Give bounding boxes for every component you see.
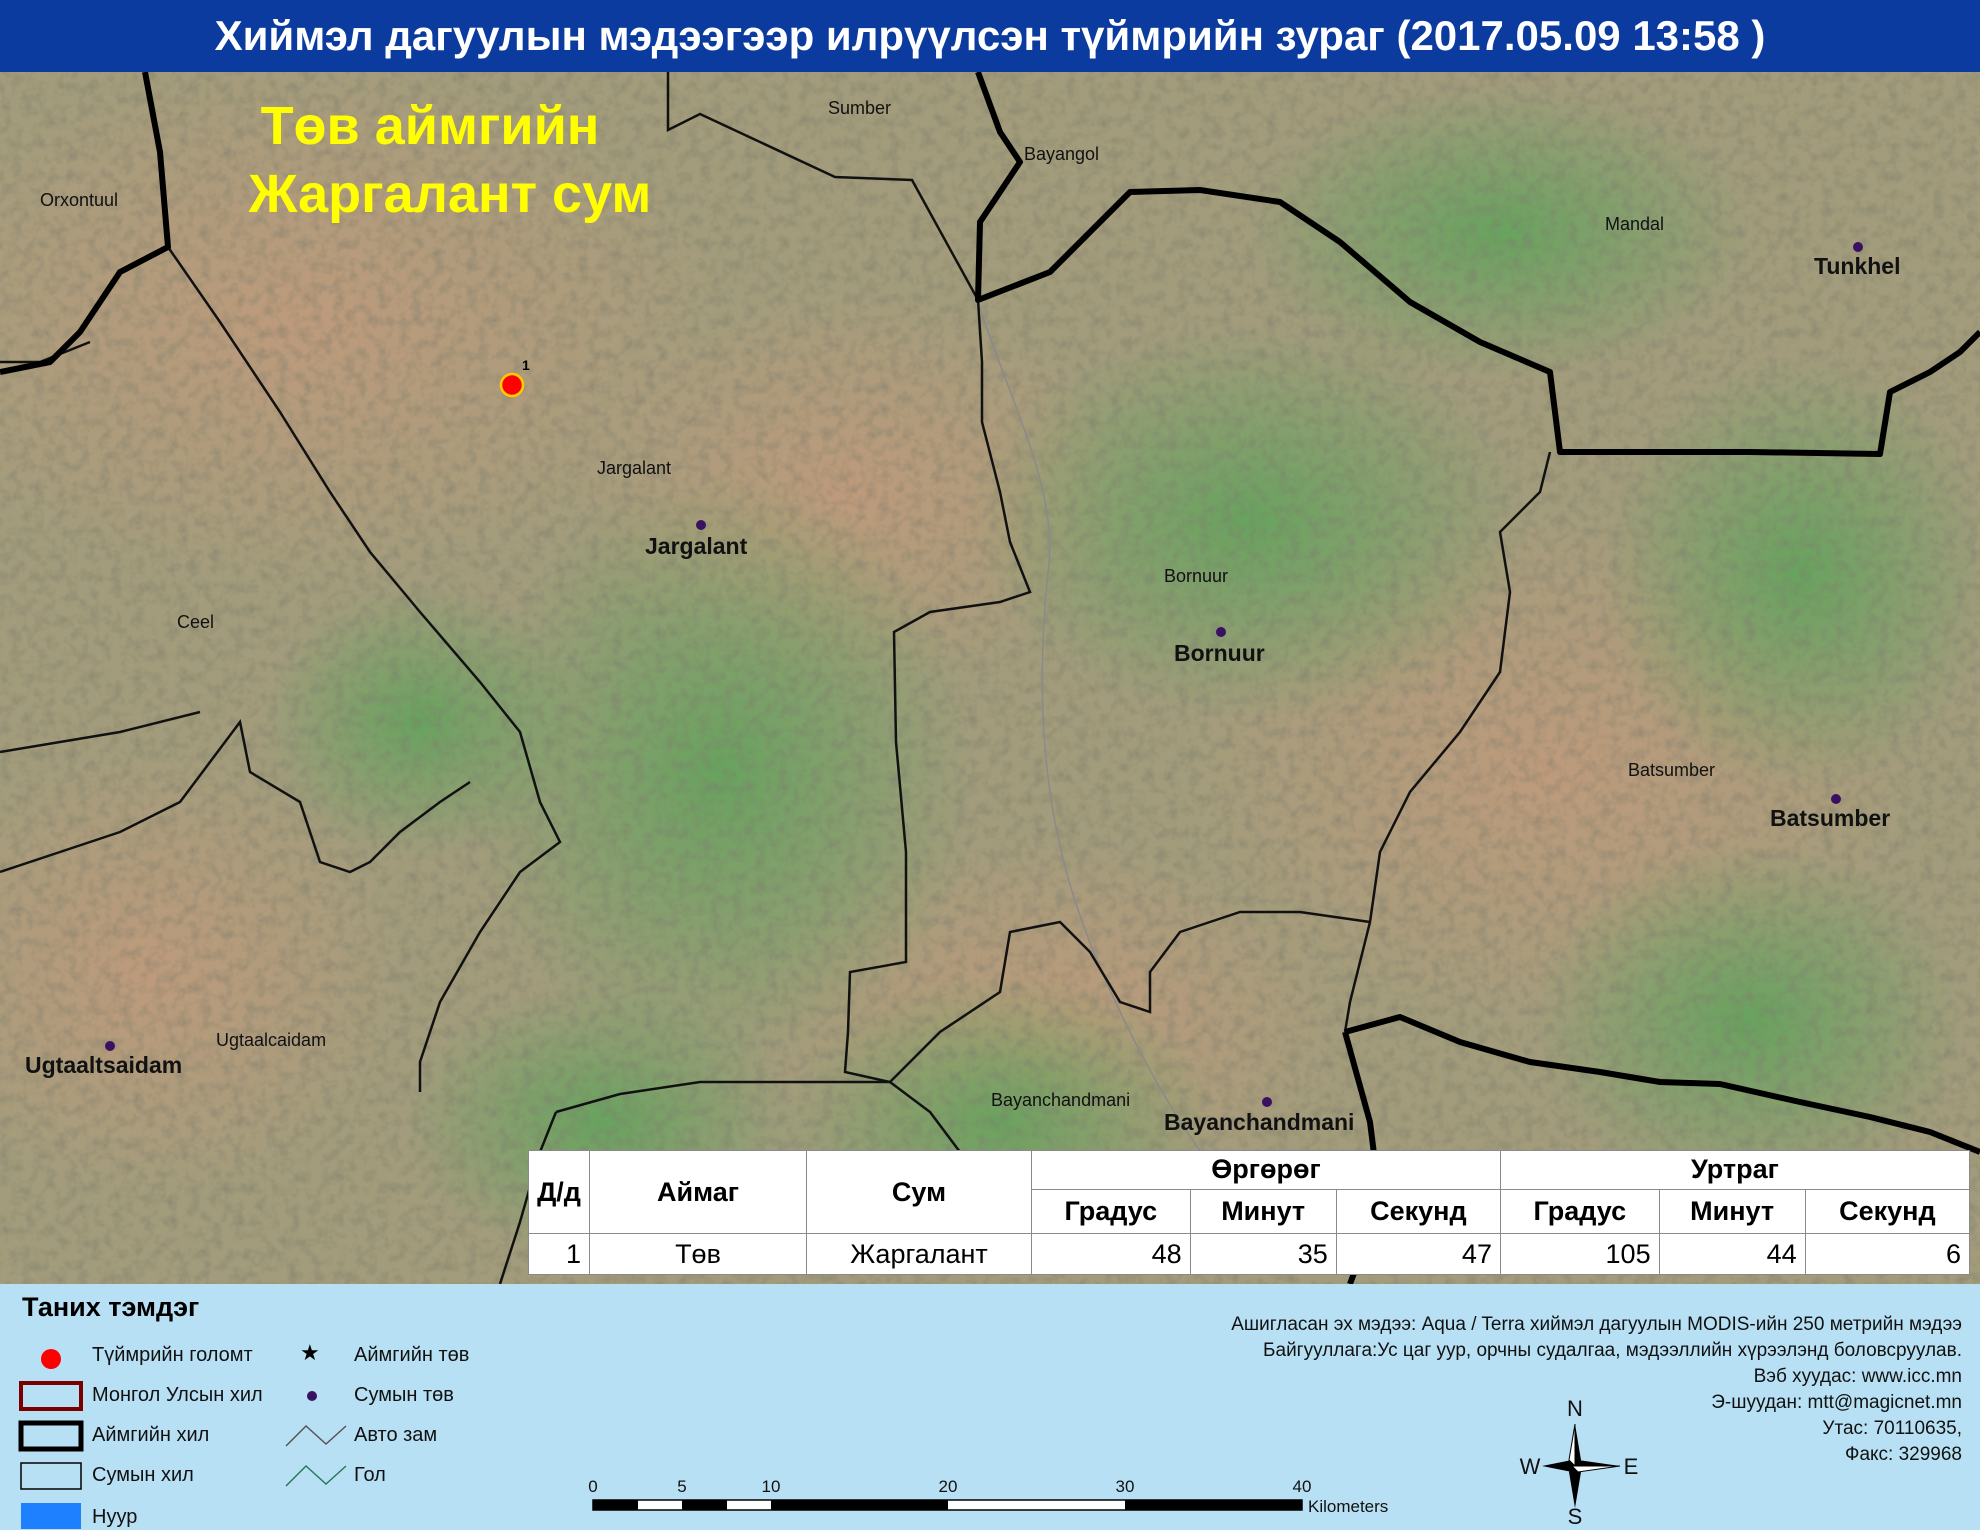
cell-lat-sec: 47 [1335, 1233, 1501, 1275]
th-lat-min: Минут [1189, 1188, 1337, 1235]
legend-fire: Түймрийн голомт [92, 1344, 253, 1366]
legend-country-border: Монгол Улсын хил [92, 1384, 263, 1406]
cell-lon-deg: 105 [1499, 1233, 1660, 1275]
source-line: Вэб хуудас: www.icc.mn [1753, 1366, 1962, 1387]
scale-tick: 5 [677, 1477, 686, 1496]
legend-sum-border: Сумын хил [92, 1464, 194, 1486]
legend-road: Авто зам [354, 1424, 438, 1446]
region-title-line1: Төв аймгийн [261, 96, 600, 156]
cell-lon-sec: 6 [1804, 1233, 1971, 1275]
source-line: Ашигласан эх мэдээ: Aqua / Terra хиймэл … [1231, 1314, 1962, 1335]
fire-point-label: 1 [522, 357, 530, 373]
fire-icon [41, 1349, 61, 1369]
river-icon [285, 1464, 347, 1487]
th-no: Д/д [528, 1149, 590, 1235]
star-icon: ★ [300, 1340, 320, 1365]
compass-e: E [1624, 1454, 1639, 1479]
scale-unit: Kilometers [1308, 1497, 1388, 1516]
sum-center-dot [696, 520, 706, 530]
legend-aimag-border: Аймгийн хил [92, 1424, 210, 1446]
soum-label: Bornuur [1164, 566, 1228, 586]
soum-label: Jargalant [597, 458, 671, 478]
scale-tick: 0 [588, 1477, 597, 1496]
legend-sum-center: Сумын төв [354, 1384, 454, 1406]
scale-tick: 30 [1116, 1477, 1135, 1496]
soum-label: Bayangol [1024, 144, 1099, 164]
th-lon-min: Минут [1658, 1188, 1806, 1235]
terrain-map: 1 Төв аймгийн Жаргалант сум Orxontuul Su… [0, 72, 1980, 1284]
source-line: Факс: 329968 [1845, 1444, 1962, 1465]
cell-lat-min: 35 [1189, 1233, 1337, 1275]
map-title-text: Хиймэл дагуулын мэдээгээр илрүүлсэн түйм… [214, 12, 1766, 59]
scale-tick: 20 [939, 1477, 958, 1496]
sum-center-dot [1853, 242, 1863, 252]
country-border-icon [19, 1381, 83, 1411]
compass-n: N [1567, 1396, 1583, 1421]
source-line: Э-шуудан: mtt@magicnet.mn [1711, 1392, 1962, 1413]
sum-center-dot [1216, 627, 1226, 637]
region-title-line2: Жаргалант сум [248, 164, 652, 224]
source-line: Утас: 70110635, [1822, 1418, 1962, 1439]
center-label: Bayanchandmani [1164, 1109, 1354, 1135]
aimag-border-icon [18, 1420, 84, 1452]
soum-label: Orxontuul [40, 190, 118, 210]
lake-icon [21, 1503, 81, 1529]
cell-sum: Жаргалант [806, 1233, 1032, 1275]
north-arrow-icon: N S E W [1520, 1396, 1639, 1529]
scale-tick: 10 [762, 1477, 781, 1496]
cell-no: 1 [528, 1233, 590, 1275]
map-canvas[interactable]: 1 Төв аймгийн Жаргалант сум Orxontuul Su… [0, 72, 1980, 1284]
fire-coordinates-table: Д/д Аймаг Сум Өргөрөг Уртраг Градус Мину… [528, 1149, 1971, 1275]
sum-center-icon [307, 1391, 317, 1401]
source-line: Байгууллага:Ус цаг уур, орчны судалгаа, … [1263, 1340, 1962, 1361]
th-latitude: Өргөрөг [1031, 1150, 1501, 1190]
center-label: Tunkhel [1814, 253, 1900, 279]
legend-river: Гол [354, 1464, 386, 1486]
center-label: Ugtaaltsaidam [25, 1052, 182, 1078]
table-row: 1 Төв Жаргалант 48 35 47 105 44 6 [528, 1233, 1971, 1275]
center-label: Jargalant [645, 533, 748, 559]
th-aimag: Аймаг [589, 1149, 807, 1235]
soum-label: Mandal [1605, 214, 1664, 234]
sum-border-icon [20, 1462, 82, 1490]
sum-center-dot [1262, 1097, 1272, 1107]
compass-w: W [1520, 1454, 1541, 1479]
th-lat-sec: Секунд [1335, 1188, 1501, 1235]
soum-label: Ceel [177, 612, 214, 632]
legend-aimag-center: Аймгийн төв [354, 1344, 470, 1366]
center-label: Bornuur [1174, 640, 1265, 666]
cell-aimag: Төв [589, 1233, 807, 1275]
soum-label: Sumber [828, 98, 891, 118]
th-sum: Сум [806, 1149, 1032, 1235]
road-icon [285, 1424, 347, 1447]
cell-lat-deg: 48 [1031, 1233, 1191, 1275]
fire-point [499, 372, 525, 398]
scale-bar: 0 5 10 20 30 40 Kilometers [588, 1477, 1388, 1516]
legend-title: Таних тэмдэг [22, 1292, 200, 1322]
soum-label: Bayanchandmani [991, 1090, 1130, 1110]
th-lat-deg: Градус [1031, 1188, 1191, 1235]
th-lon-sec: Секунд [1804, 1188, 1971, 1235]
center-label: Batsumber [1770, 805, 1890, 831]
soum-label: Ugtaalcaidam [216, 1030, 326, 1050]
scale-tick: 40 [1293, 1477, 1312, 1496]
sum-center-dot [105, 1041, 115, 1051]
cell-lon-min: 44 [1658, 1233, 1806, 1275]
th-lon-deg: Градус [1499, 1188, 1660, 1235]
soum-label: Batsumber [1628, 760, 1715, 780]
sum-center-dot [1831, 794, 1841, 804]
th-longitude: Уртраг [1499, 1150, 1971, 1190]
legend-lake: Нуур [92, 1506, 138, 1528]
map-title: Хиймэл дагуулын мэдээгээр илрүүлсэн түйм… [0, 0, 1980, 72]
